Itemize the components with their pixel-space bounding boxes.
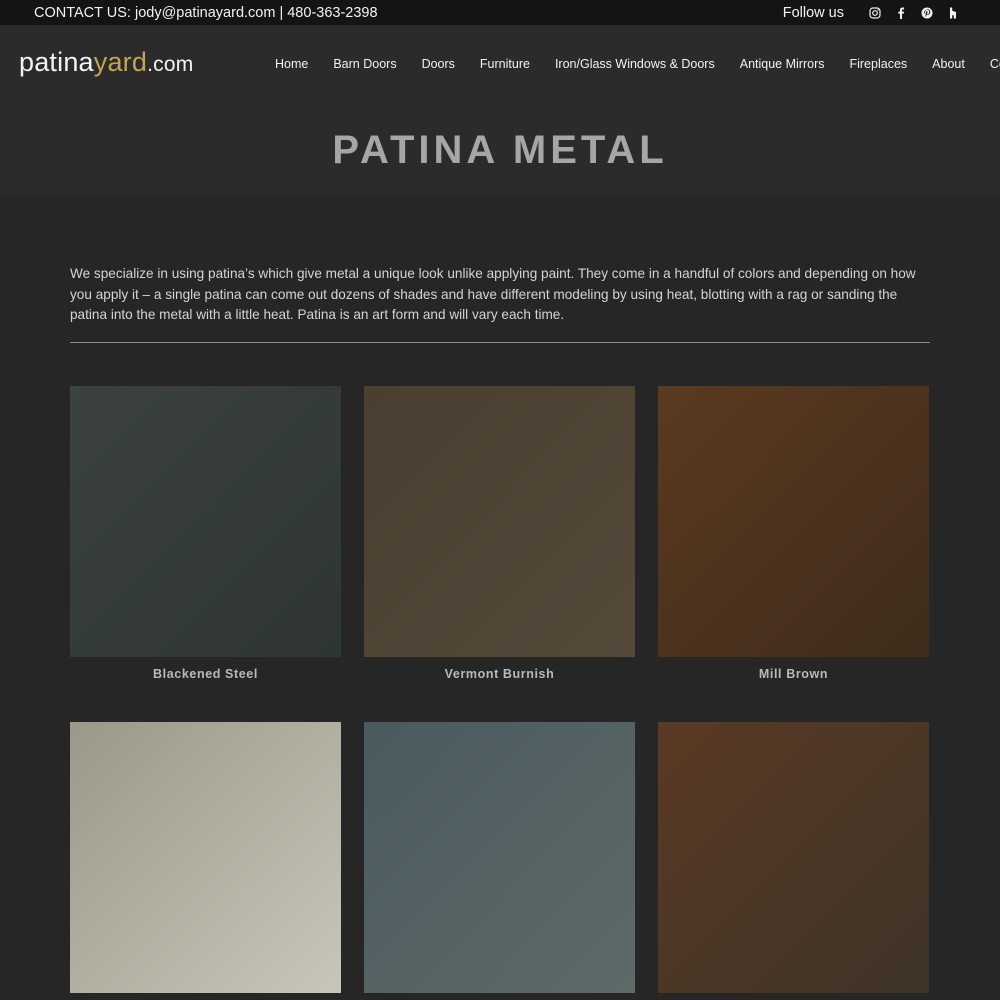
nav-contact[interactable]: Contact	[990, 57, 1000, 71]
contact-info[interactable]: CONTACT US: jody@patinayard.com | 480-36…	[34, 5, 378, 21]
nav-doors[interactable]: Doors	[422, 57, 455, 71]
logo-part-dotcom: .com	[147, 53, 194, 76]
nav-antique-mirrors[interactable]: Antique Mirrors	[740, 57, 825, 71]
pinterest-icon[interactable]	[914, 0, 940, 25]
nav-about[interactable]: About	[932, 57, 965, 71]
top-contact-bar: CONTACT US: jody@patinayard.com | 480-36…	[0, 0, 1000, 25]
nav-iron-glass[interactable]: Iron/Glass Windows & Doors	[555, 57, 715, 71]
swatch-mill-brown[interactable]	[658, 386, 929, 657]
logo-part-yard: yard	[93, 47, 148, 77]
swatch-caption: Blackened Steel	[153, 667, 258, 681]
nav-home[interactable]: Home	[275, 57, 308, 71]
swatch-item[interactable]	[364, 722, 635, 993]
site-logo[interactable]: patinayard.com	[19, 49, 193, 76]
swatch-vermont-burnish[interactable]	[364, 386, 635, 657]
swatch-item[interactable]	[70, 722, 341, 993]
swatch-caption: Vermont Burnish	[444, 667, 555, 681]
main-nav: Home Barn Doors Doors Furniture Iron/Gla…	[275, 25, 1000, 102]
swatch-blackened-steel[interactable]	[70, 386, 341, 657]
logo-part-patina: patina	[19, 47, 94, 77]
follow-label: Follow us	[782, 4, 844, 21]
facebook-icon[interactable]	[888, 0, 914, 25]
swatch-caption: Mill Brown	[758, 667, 829, 681]
instagram-icon[interactable]	[862, 0, 888, 25]
site-header: patinayard.com Home Barn Doors Doors Fur…	[0, 25, 1000, 102]
page-title-band: PATINA METAL	[0, 102, 1000, 197]
nav-fireplaces[interactable]: Fireplaces	[849, 57, 907, 71]
houzz-icon[interactable]	[940, 0, 966, 25]
page-title: PATINA METAL	[332, 128, 668, 172]
nav-furniture[interactable]: Furniture	[480, 57, 530, 71]
swatch-item[interactable]	[658, 722, 929, 993]
divider	[70, 342, 930, 343]
follow-us: Follow us	[783, 0, 966, 25]
intro-text: We specialize in using patina’s which gi…	[70, 266, 916, 322]
nav-barn-doors[interactable]: Barn Doors	[333, 57, 396, 71]
